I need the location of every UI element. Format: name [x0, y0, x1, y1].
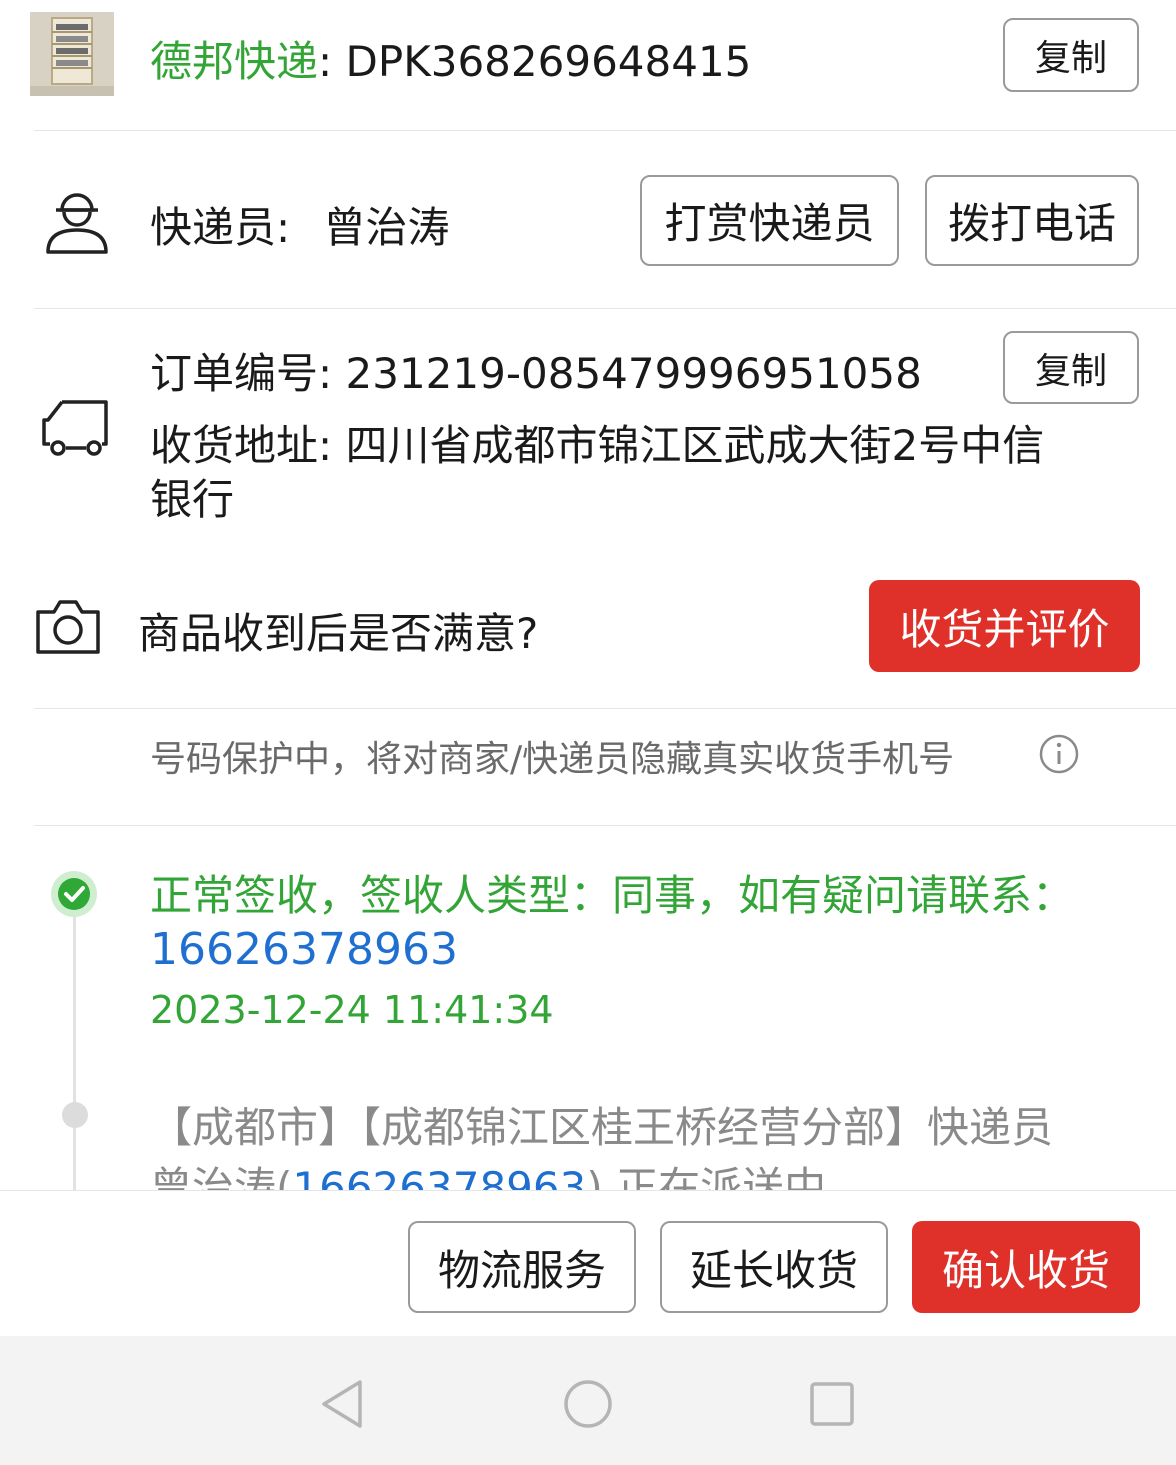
order-number: 231219-085479996951058 [345, 349, 922, 398]
square-recent-icon[interactable] [808, 1380, 856, 1432]
timeline-dot [62, 1102, 88, 1128]
extend-receipt-label: 延长收货 [689, 1245, 858, 1295]
camera-icon [34, 598, 102, 660]
copy-order-button[interactable]: 复制 [1003, 331, 1139, 404]
call-courier-label: 拨打电话 [947, 199, 1116, 248]
circle-home-icon[interactable] [562, 1378, 614, 1434]
address-text: 四川省成都市锦江区武成大街2号中信 [345, 421, 1045, 470]
express-separator: : [318, 37, 333, 86]
bottom-action-bar: 物流服务 延长收货 确认收货 [0, 1190, 1176, 1337]
timeline-line [73, 900, 76, 1190]
check-circle-icon [50, 870, 98, 922]
call-courier-button[interactable]: 拨打电话 [925, 175, 1139, 266]
order-number-label: 订单编号: [150, 349, 333, 398]
person-icon [44, 184, 110, 260]
courier-label: 快递员: [150, 203, 291, 252]
info-icon[interactable] [1038, 733, 1080, 779]
timeline-phone-link[interactable]: 16626378963 [150, 924, 458, 975]
copy-order-label: 复制 [1034, 350, 1107, 392]
truck-icon [40, 398, 112, 464]
divider-2 [34, 308, 1176, 309]
logistics-service-button[interactable]: 物流服务 [408, 1221, 636, 1313]
shoe-rack-image [30, 12, 114, 96]
privacy-notice: 号码保护中，将对商家/快递员隐藏真实收货手机号 [150, 730, 954, 782]
express-line: 德邦快递: DPK368269648415 [150, 28, 751, 89]
system-nav-bar [0, 1336, 1176, 1465]
privacy-notice-text: 号码保护中，将对商家/快递员隐藏真实收货手机号 [150, 739, 955, 780]
address-label: 收货地址: [150, 421, 333, 470]
triangle-back-icon[interactable] [318, 1378, 366, 1434]
copy-tracking-label: 复制 [1034, 38, 1107, 79]
timeline-time: 2023-12-24 11:41:34 [150, 988, 554, 1032]
divider-4 [34, 825, 1176, 826]
order-number-line: 订单编号: 231219-085479996951058 [150, 340, 922, 401]
extend-receipt-button[interactable]: 延长收货 [660, 1221, 888, 1313]
address-line-1: 收货地址: 四川省成都市锦江区武成大街2号中信 [150, 412, 1044, 473]
logistics-service-label: 物流服务 [437, 1245, 606, 1295]
confirm-receipt-label: 确认收货 [941, 1245, 1110, 1295]
tracking-number: DPK368269648415 [345, 37, 752, 86]
timeline-status: 正常签收，签收人类型：同事，如有疑问请联系： [150, 871, 1075, 920]
timeline-entry-2: 【成都市】【成都锦江区桂王桥经营分部】快递员 [150, 1103, 1054, 1152]
address-text-cont: 银行 [150, 475, 235, 524]
review-question: 商品收到后是否满意? [138, 609, 539, 658]
receive-and-review-button[interactable]: 收货并评价 [869, 580, 1140, 672]
divider-1 [34, 130, 1176, 131]
divider-3 [34, 708, 1176, 709]
address-line-2: 银行 [150, 466, 234, 527]
tip-courier-label: 打赏快递员 [664, 199, 875, 248]
product-thumbnail[interactable] [30, 12, 114, 96]
courier-name: 曾治涛 [323, 203, 450, 252]
receive-and-review-label: 收货并评价 [899, 604, 1110, 654]
tip-courier-button[interactable]: 打赏快递员 [640, 175, 899, 266]
express-company: 德邦快递 [150, 37, 319, 86]
confirm-receipt-button[interactable]: 确认收货 [912, 1221, 1140, 1313]
copy-tracking-button[interactable]: 复制 [1003, 18, 1139, 92]
courier-line: 快递员: 曾治涛 [150, 194, 450, 255]
